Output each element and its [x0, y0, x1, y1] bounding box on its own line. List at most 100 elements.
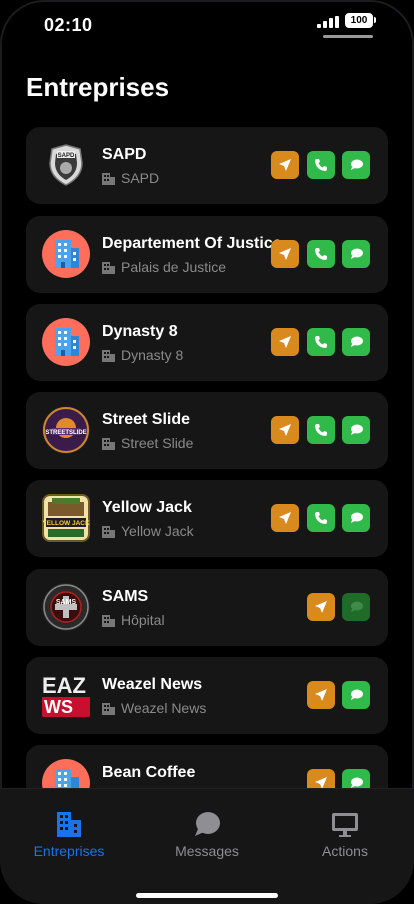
tab-label: Messages — [175, 843, 239, 859]
tab-messages[interactable]: Messages — [152, 809, 262, 859]
company-location-label: Yellow Jack — [121, 523, 194, 539]
message-button[interactable] — [342, 504, 370, 532]
company-card-sapd[interactable]: SAPD SAPD SAPD — [26, 127, 388, 204]
company-card-dynasty8[interactable]: Dynasty 8 Dynasty 8 — [26, 304, 388, 381]
message-button[interactable] — [342, 769, 370, 788]
company-location: Dynasty 8 — [102, 347, 183, 363]
company-name: SAMS — [102, 588, 149, 605]
phone-icon — [315, 248, 327, 260]
phone-icon — [315, 159, 327, 171]
company-location: Street Slide — [102, 435, 193, 451]
battery-tip — [374, 17, 376, 23]
status-time: 02:10 — [44, 15, 93, 35]
chat-bubbles-icon — [350, 336, 363, 347]
buildings-icon — [14, 809, 124, 839]
company-card-bean-coffee[interactable]: Bean Coffee — [26, 745, 388, 788]
navigate-button[interactable] — [271, 504, 299, 532]
message-button[interactable] — [342, 416, 370, 444]
company-card-street-slide[interactable]: STREETSLIDE Street Slide Street Slide — [26, 392, 388, 469]
company-location: SAPD — [102, 170, 159, 186]
chat-bubbles-icon — [350, 777, 363, 788]
call-button[interactable] — [307, 240, 335, 268]
chat-bubbles-icon — [350, 424, 363, 435]
company-card-doj[interactable]: Departement Of Justice Palais de Justice — [26, 216, 388, 293]
chat-bubbles-icon — [350, 512, 363, 523]
building-small-icon — [102, 173, 115, 185]
call-button[interactable] — [307, 504, 335, 532]
phone-icon — [315, 424, 327, 436]
company-card-yellow-jack[interactable]: YELLOW JACK Yellow Jack Yellow Jack — [26, 480, 388, 557]
location-arrow-icon — [315, 601, 327, 613]
location-arrow-icon — [315, 777, 327, 788]
message-button-disabled[interactable] — [342, 593, 370, 621]
location-arrow-icon — [279, 248, 291, 260]
message-button[interactable] — [342, 681, 370, 709]
svg-text:SAPD: SAPD — [58, 153, 75, 159]
building-small-icon — [102, 262, 115, 274]
svg-text:WS: WS — [44, 697, 73, 717]
company-name: Departement Of Justice — [102, 235, 282, 252]
monitor-icon — [290, 809, 400, 839]
company-location-label: Street Slide — [121, 435, 194, 451]
company-name: Weazel News — [102, 676, 203, 693]
location-arrow-icon — [279, 336, 291, 348]
company-location-label: Hôpital — [121, 612, 165, 628]
navigate-button[interactable] — [271, 416, 299, 444]
company-card-sams[interactable]: SAMS SAMS Hôpital — [26, 569, 388, 646]
call-button[interactable] — [307, 328, 335, 356]
message-button[interactable] — [342, 151, 370, 179]
chat-bubbles-icon — [350, 689, 363, 700]
chat-bubbles-icon — [350, 601, 363, 612]
battery-icon: 100 — [345, 13, 373, 28]
company-location-label: Weazel News — [121, 700, 207, 716]
company-list[interactable]: SAPD SAPD SAPD Departement Of Justice Pa… — [0, 127, 414, 788]
message-button[interactable] — [342, 240, 370, 268]
sams-logo-icon: SAMS — [42, 583, 90, 631]
street-slide-logo-icon: STREETSLIDE — [42, 406, 90, 454]
navigate-button[interactable] — [307, 593, 335, 621]
building-small-icon — [102, 350, 115, 362]
company-name: Bean Coffee — [102, 764, 196, 781]
building-icon — [42, 230, 90, 278]
tab-actions[interactable]: Actions — [290, 809, 400, 859]
location-arrow-icon — [279, 159, 291, 171]
message-button[interactable] — [342, 328, 370, 356]
navigate-button[interactable] — [271, 240, 299, 268]
company-card-weazel-news[interactable]: EAZ WS Weazel News Weazel News — [26, 657, 388, 734]
company-location-label: Palais de Justice — [121, 259, 227, 275]
company-location-label: Dynasty 8 — [121, 347, 184, 363]
svg-text:EAZ: EAZ — [42, 673, 86, 698]
navigate-button[interactable] — [271, 151, 299, 179]
svg-text:STREETSLIDE: STREETSLIDE — [45, 430, 86, 436]
company-location: Hôpital — [102, 612, 165, 628]
building-icon — [42, 759, 90, 788]
location-arrow-icon — [279, 424, 291, 436]
svg-text:SAMS: SAMS — [56, 599, 77, 606]
location-arrow-icon — [315, 689, 327, 701]
call-button[interactable] — [307, 416, 335, 444]
building-small-icon — [102, 438, 115, 450]
chat-bubble-icon — [152, 809, 262, 839]
yellow-jack-logo-icon: YELLOW JACK — [42, 494, 90, 542]
company-location: Weazel News — [102, 700, 206, 716]
phone-screen: 02:10 100 Entreprises SAPD SAPD SAPD Dep… — [0, 0, 414, 904]
chat-bubbles-icon — [350, 159, 363, 170]
navigate-button[interactable] — [307, 769, 335, 788]
bottom-tab-bar: Entreprises Messages Actions — [0, 788, 414, 904]
chat-bubbles-icon — [350, 248, 363, 259]
tab-label: Actions — [322, 843, 368, 859]
tab-label: Entreprises — [33, 843, 105, 859]
company-location-label: SAPD — [121, 170, 160, 186]
svg-text:YELLOW JACK: YELLOW JACK — [42, 520, 90, 527]
phone-icon — [315, 512, 327, 524]
signal-icon — [317, 16, 341, 28]
navigate-button[interactable] — [307, 681, 335, 709]
building-icon — [42, 318, 90, 366]
sapd-badge-icon: SAPD — [42, 141, 90, 189]
navigate-button[interactable] — [271, 328, 299, 356]
building-small-icon — [102, 526, 115, 538]
call-button[interactable] — [307, 151, 335, 179]
tab-entreprises[interactable]: Entreprises — [14, 809, 124, 859]
company-location: Yellow Jack — [102, 523, 194, 539]
home-indicator[interactable] — [136, 893, 278, 898]
